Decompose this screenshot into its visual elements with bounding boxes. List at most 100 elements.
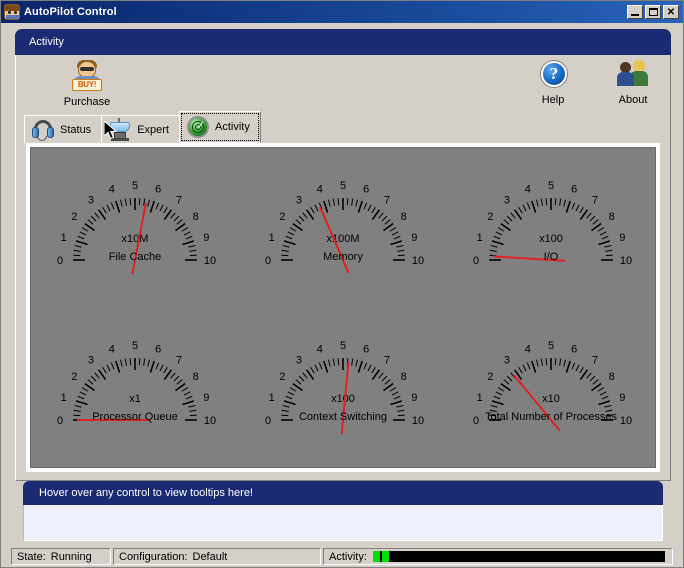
window-controls: ✕ [627,5,681,19]
status-state-pane: State: Running [11,548,111,565]
help-icon: ? [536,59,570,93]
tooltip-header-text: Hover over any control to view tooltips … [39,487,253,499]
svg-text:5: 5 [340,180,346,192]
about-people-icon [616,59,650,93]
gauge-caption: Processor Queue [92,410,178,423]
gauge[interactable]: 0 1 2 3 4 5 6 7 8 9 10 x10 Total Number of Processes [451,325,651,450]
svg-text:2: 2 [71,371,77,383]
question-mark-glyph: ? [549,64,559,83]
svg-text:4: 4 [525,184,531,196]
svg-text:6: 6 [363,343,369,355]
svg-text:8: 8 [193,371,199,383]
gauge[interactable]: 0 1 2 3 4 5 6 7 8 9 10 x100 Context Switching [243,325,443,450]
window-title: AutoPilot Control [24,6,117,18]
tab-activity[interactable]: Activity [178,111,261,143]
svg-text:6: 6 [571,184,577,196]
svg-text:4: 4 [109,343,115,355]
svg-text:9: 9 [203,232,209,244]
svg-text:9: 9 [619,392,625,404]
main-panel: BUY! Purchase ? Help About Status Expert… [15,55,671,481]
status-bar: State: Running Configuration: Default Ac… [9,547,675,567]
svg-text:5: 5 [548,180,554,192]
purchase-button[interactable]: BUY! Purchase [52,60,122,108]
svg-text:1: 1 [269,232,275,244]
status-activity-label: Activity: [329,550,367,563]
gauge-multiplier-label: x10M [122,233,149,245]
svg-text:9: 9 [411,232,417,244]
svg-text:3: 3 [504,195,510,207]
svg-text:5: 5 [132,340,138,352]
svg-text:1: 1 [477,392,483,404]
svg-text:2: 2 [487,371,493,383]
svg-text:4: 4 [317,184,323,196]
svg-text:7: 7 [592,354,598,366]
gauge[interactable]: 0 1 2 3 4 5 6 7 8 9 10 x10M File Cache [35,165,235,290]
svg-text:1: 1 [61,392,67,404]
activity-segment [381,551,389,562]
radar-icon [186,115,210,139]
status-activity-pane: Activity: [323,548,673,565]
svg-text:5: 5 [548,340,554,352]
activity-segment [372,551,380,562]
status-state-value: Running [50,550,92,563]
tab-activity-label: Activity [214,121,250,133]
svg-text:6: 6 [155,184,161,196]
help-label: Help [541,94,565,106]
close-button[interactable]: ✕ [663,5,679,19]
svg-text:8: 8 [193,211,199,223]
svg-text:3: 3 [296,195,302,207]
purchase-icon: BUY! [70,60,104,95]
svg-text:3: 3 [504,354,510,366]
gauge-caption: I/O [543,251,559,264]
svg-text:9: 9 [411,392,417,404]
svg-text:8: 8 [609,371,615,383]
about-button[interactable]: About [598,59,668,106]
svg-text:5: 5 [132,180,138,192]
gauge[interactable]: 0 1 2 3 4 5 6 7 8 9 10 x100 I/O [451,165,651,290]
tab-status-label: Status [60,123,92,136]
gauge-panel-frame: 0 1 2 3 4 5 6 7 8 9 10 x10M File Cache 0 1 2 3 4 5 6 7 8 9 10 x1… [26,143,660,472]
svg-text:1: 1 [61,232,67,244]
svg-text:4: 4 [109,184,115,196]
gauge[interactable]: 0 1 2 3 4 5 6 7 8 9 10 x1 Processor Queue [35,325,235,450]
gauge-multiplier-label: x10 [542,393,560,405]
svg-text:3: 3 [296,354,302,366]
svg-text:6: 6 [571,343,577,355]
gauge-multiplier-label: x100 [331,393,355,405]
svg-text:2: 2 [279,211,285,223]
svg-text:3: 3 [88,354,94,366]
svg-text:1: 1 [269,392,275,404]
svg-text:6: 6 [155,343,161,355]
svg-text:4: 4 [317,343,323,355]
gauge-caption: File Cache [108,251,162,264]
gauge[interactable]: 0 1 2 3 4 5 6 7 8 9 10 x100M Memory [243,165,443,290]
minimize-button[interactable] [627,5,643,19]
status-config-label: Configuration: [119,550,188,563]
about-label: About [618,94,648,106]
svg-text:8: 8 [401,211,407,223]
svg-text:2: 2 [279,371,285,383]
headphones-icon [31,118,55,142]
svg-text:6: 6 [363,184,369,196]
tooltip-body [23,505,663,541]
purchase-label: Purchase [63,96,111,108]
svg-text:9: 9 [619,232,625,244]
activity-progress-bar [372,551,665,562]
maximize-button[interactable] [645,5,661,19]
svg-text:7: 7 [176,195,182,207]
svg-text:7: 7 [592,195,598,207]
tab-status[interactable]: Status [24,115,103,143]
tooltip-panel: Hover over any control to view tooltips … [23,481,663,543]
title-bar: AutoPilot Control ✕ [1,1,683,23]
buy-badge: BUY! [72,79,102,91]
svg-text:7: 7 [384,195,390,207]
svg-text:4: 4 [525,343,531,355]
activity-header-label: Activity [29,36,64,48]
svg-text:2: 2 [71,211,77,223]
help-button[interactable]: ? Help [518,59,588,106]
svg-text:8: 8 [609,211,615,223]
tab-expert-label: Expert [137,123,169,136]
status-state-label: State: [17,550,46,563]
app-face-icon [4,4,20,20]
svg-text:1: 1 [477,232,483,244]
